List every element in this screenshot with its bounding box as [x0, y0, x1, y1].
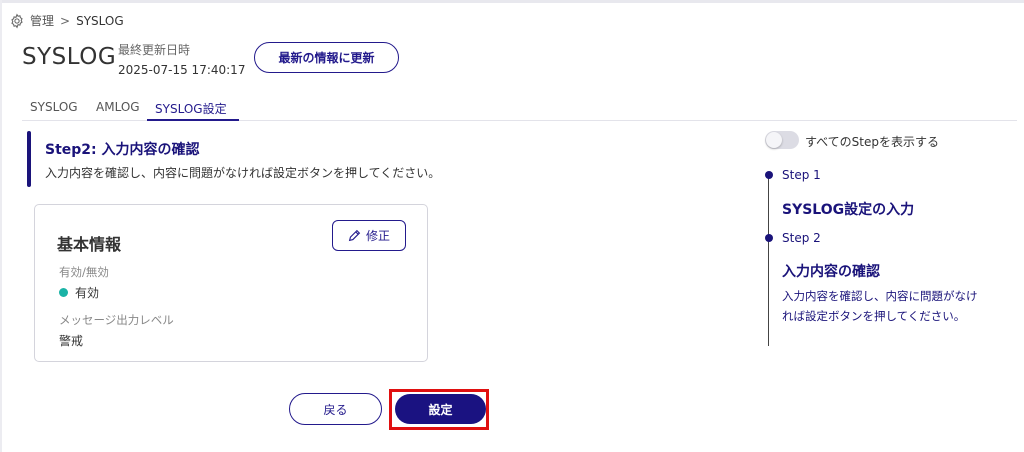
- edit-button-label: 修正: [365, 229, 390, 243]
- step1-dot-icon: [765, 171, 773, 179]
- enabled-field-label: 有効/無効: [59, 265, 109, 279]
- tab-syslog-settings[interactable]: SYSLOG設定: [147, 95, 239, 121]
- step1-title: SYSLOG設定の入力: [782, 202, 915, 218]
- step2-title: 入力内容の確認: [782, 264, 880, 280]
- gear-icon: [11, 13, 23, 28]
- refresh-button[interactable]: 最新の情報に更新: [254, 42, 399, 73]
- step2-description: 入力内容を確認し、内容に問題がなければ設定ボタンを押してください。: [782, 289, 978, 323]
- step-timeline-line: [768, 172, 769, 346]
- show-all-steps-toggle[interactable]: [765, 131, 799, 149]
- submit-settings-button[interactable]: 設定: [395, 394, 486, 424]
- toggle-knob: [766, 132, 782, 148]
- step-accent-bar: [27, 131, 31, 187]
- log-level-field-value: 警戒: [59, 334, 84, 348]
- back-button[interactable]: 戻る: [289, 393, 382, 425]
- breadcrumb-separator: >: [60, 13, 71, 28]
- step-title: Step2: 入力内容の確認: [45, 142, 200, 158]
- basic-info-card: 基本情報 修正 有効/無効 有効 メッセージ出力レベル 警戒: [34, 204, 428, 362]
- breadcrumb-parent[interactable]: 管理: [30, 12, 54, 29]
- breadcrumb: 管理 > SYSLOG: [9, 12, 124, 29]
- tab-syslog[interactable]: SYSLOG: [30, 95, 78, 121]
- tab-bar: SYSLOG AMLOG SYSLOG設定: [22, 95, 1017, 121]
- tab-amlog[interactable]: AMLOG: [96, 95, 140, 121]
- step-description: 入力内容を確認し、内容に問題がなければ設定ボタンを押してください。: [45, 166, 441, 180]
- step1-number: Step 1: [782, 168, 821, 182]
- status-dot-icon: [59, 288, 68, 297]
- top-border: [0, 0, 1024, 3]
- page-title: SYSLOG: [22, 44, 117, 70]
- breadcrumb-current: SYSLOG: [76, 13, 124, 28]
- pencil-icon: [348, 229, 361, 242]
- edit-button[interactable]: 修正: [332, 220, 406, 251]
- enabled-field-value: 有効: [59, 284, 99, 301]
- log-level-field-label: メッセージ出力レベル: [59, 313, 174, 327]
- show-all-steps-label: すべてのStepを表示する: [805, 135, 940, 149]
- card-title: 基本情報: [57, 235, 122, 254]
- step2-number: Step 2: [782, 231, 821, 245]
- left-border: [0, 0, 2, 452]
- last-updated-value: 2025-07-15 17:40:17: [118, 63, 246, 77]
- step2-dot-icon: [765, 234, 773, 242]
- enabled-status-text: 有効: [75, 286, 100, 300]
- last-updated-label: 最終更新日時: [118, 43, 191, 57]
